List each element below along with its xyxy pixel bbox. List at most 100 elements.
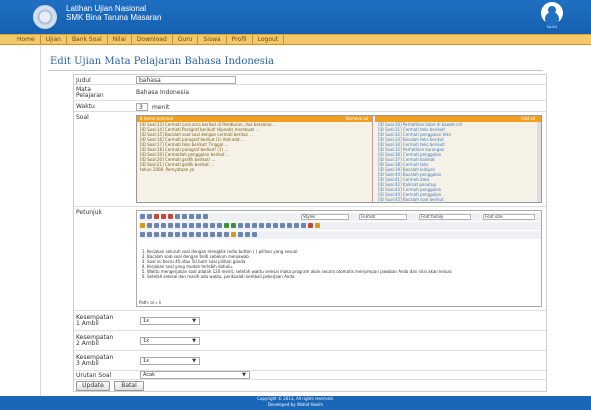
editor-statusbar-path: Path: ol » li: [139, 300, 162, 305]
school-logo: [33, 5, 57, 29]
cut-icon[interactable]: [140, 223, 145, 228]
find-icon[interactable]: [175, 223, 180, 228]
table-icon[interactable]: [140, 232, 145, 237]
outdent-icon[interactable]: [203, 223, 208, 228]
row-kesempatan-2: Kesempatan 2 Ambil 1x ▼: [74, 331, 546, 351]
nav-profil[interactable]: Profil: [227, 35, 253, 45]
hr-icon[interactable]: [196, 232, 201, 237]
align-center-icon[interactable]: [189, 214, 194, 219]
nav-home[interactable]: Home: [12, 35, 41, 45]
available-header: Add all: [375, 116, 541, 122]
editor-toolbar-row3: [139, 231, 541, 239]
image-icon[interactable]: [259, 223, 264, 228]
media-icon[interactable]: [238, 232, 243, 237]
judul-input[interactable]: bahasa: [136, 76, 236, 84]
text-color-icon[interactable]: [308, 223, 313, 228]
batal-button[interactable]: Batal: [114, 381, 144, 391]
nav-nilai[interactable]: Nilai: [108, 35, 132, 45]
nav-download[interactable]: Download: [132, 35, 173, 45]
blockquote-icon[interactable]: [217, 223, 222, 228]
remove-format-icon[interactable]: [203, 232, 208, 237]
superscript-icon[interactable]: [217, 232, 222, 237]
save-icon[interactable]: [140, 214, 145, 219]
font-family-dropdown[interactable]: Font family: [419, 214, 471, 220]
print-icon[interactable]: [245, 232, 250, 237]
styles-dropdown[interactable]: Styles: [301, 214, 349, 220]
subscript-icon[interactable]: [210, 232, 215, 237]
undo-icon[interactable]: [224, 223, 229, 228]
kesempatan-3-select[interactable]: 1x ▼: [140, 357, 200, 365]
time-icon[interactable]: [294, 223, 299, 228]
selected-header: 8 items selected Remove all: [137, 116, 372, 122]
row-urutan: Urutan Soal Acak ▼: [74, 371, 546, 380]
paste-word-icon[interactable]: [168, 223, 173, 228]
date-icon[interactable]: [287, 223, 292, 228]
number-list-icon[interactable]: [196, 223, 201, 228]
soal-label: Soal: [76, 114, 89, 121]
petunjuk-rich-editor[interactable]: Styles Format Font family Font size Kerj…: [136, 210, 542, 307]
insert-col-icon[interactable]: [175, 232, 180, 237]
charmap-icon[interactable]: [224, 232, 229, 237]
nav-logout[interactable]: Logout: [253, 35, 285, 45]
waktu-input[interactable]: 3: [136, 103, 148, 111]
cell-props-icon[interactable]: [154, 232, 159, 237]
header-title-line1: Latihan Ujian Nasional: [66, 4, 147, 13]
new-document-icon[interactable]: [147, 214, 152, 219]
align-justify-icon[interactable]: [203, 214, 208, 219]
bullet-list-icon[interactable]: [189, 223, 194, 228]
row-judul: Judul bahasa: [74, 75, 546, 85]
title-divider: [48, 70, 543, 71]
merge-cells-icon[interactable]: [189, 232, 194, 237]
anchor-icon[interactable]: [252, 223, 257, 228]
insert-row-icon[interactable]: [161, 232, 166, 237]
nav-bank-soal[interactable]: Bank Soal: [67, 35, 108, 45]
available-item[interactable]: [ID Soal:45] Bacalah soal berikut: [375, 197, 541, 202]
unlink-icon[interactable]: [245, 223, 250, 228]
background-color-icon[interactable]: [315, 223, 320, 228]
delete-col-icon[interactable]: [182, 232, 187, 237]
edit-exam-form: Judul bahasa Mata Pelajaran Bahasa Indon…: [73, 74, 547, 392]
replace-icon[interactable]: [182, 223, 187, 228]
strikethrough-icon[interactable]: [175, 214, 180, 219]
waktu-unit: menit: [152, 104, 170, 111]
kesempatan-2-select[interactable]: 1x ▼: [140, 337, 200, 345]
fullscreen-icon[interactable]: [252, 232, 257, 237]
kesempatan-1-select[interactable]: 1x ▼: [140, 317, 200, 325]
paste-icon[interactable]: [154, 223, 159, 228]
urutan-select[interactable]: Acak ▼: [140, 371, 250, 379]
underline-icon[interactable]: [168, 214, 173, 219]
update-button[interactable]: Update: [76, 381, 110, 391]
nav-siswa[interactable]: Siswa: [198, 35, 227, 45]
redo-icon[interactable]: [231, 223, 236, 228]
footer-developer: Developed by Wahid Hasim: [267, 402, 324, 407]
nav-ujian[interactable]: Ujian: [41, 35, 67, 45]
selected-item[interactable]: tahun 2008. Pernyataan ya: [137, 167, 372, 172]
kesempatan-2-value: 1x: [143, 338, 150, 344]
italic-icon[interactable]: [161, 214, 166, 219]
remove-all-link[interactable]: Remove all: [346, 116, 368, 122]
cleanup-icon[interactable]: [266, 223, 271, 228]
bold-icon[interactable]: [154, 214, 159, 219]
editor-toolbar-row1: Styles Format Font family Font size: [139, 213, 541, 221]
user-menu[interactable]: Guru: [538, 2, 566, 32]
link-icon[interactable]: [238, 223, 243, 228]
selected-list: 8 items selected Remove all [ID Soal:13]…: [137, 116, 373, 202]
add-all-link[interactable]: Add all: [521, 116, 535, 121]
align-left-icon[interactable]: [182, 214, 187, 219]
paste-text-icon[interactable]: [161, 223, 166, 228]
nav-guru[interactable]: Guru: [173, 35, 199, 45]
row-props-icon[interactable]: [147, 232, 152, 237]
indent-icon[interactable]: [210, 223, 215, 228]
available-scrollbar[interactable]: [537, 122, 541, 202]
align-right-icon[interactable]: [196, 214, 201, 219]
row-mapel: Mata Pelajaran Bahasa Indonesia: [74, 85, 546, 101]
copy-icon[interactable]: [147, 223, 152, 228]
help-icon[interactable]: [273, 223, 278, 228]
preview-icon[interactable]: [301, 223, 306, 228]
font-size-dropdown[interactable]: Font size: [483, 214, 535, 220]
code-icon[interactable]: [280, 223, 285, 228]
format-dropdown[interactable]: Format: [359, 214, 407, 220]
delete-row-icon[interactable]: [168, 232, 173, 237]
emotions-icon[interactable]: [231, 232, 236, 237]
kesempatan-3-value: 1x: [143, 358, 150, 364]
